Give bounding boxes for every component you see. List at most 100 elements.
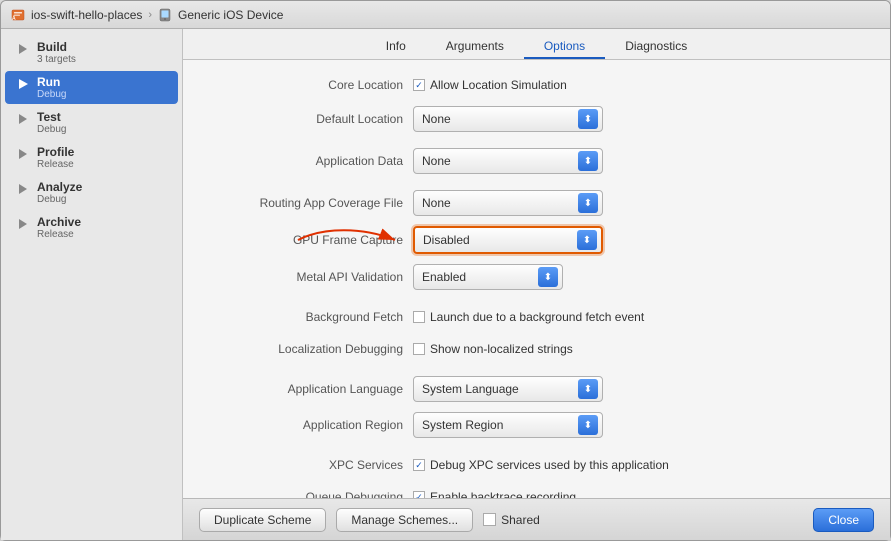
xpc-row: XPC Services ✓ Debug XPC services used b… — [203, 454, 870, 476]
default-location-value: None — [422, 112, 574, 126]
analyze-sub: Debug — [37, 194, 82, 205]
metal-label: Metal API Validation — [203, 270, 413, 284]
gpu-row: GPU Frame Capture Disable — [203, 226, 870, 254]
sidebar-item-build[interactable]: Build 3 targets — [5, 36, 178, 69]
gpu-select[interactable]: Disabled ⬍ — [413, 226, 603, 254]
routing-arrow: ⬍ — [578, 193, 598, 213]
queue-control: ✓ Enable backtrace recording — [413, 490, 576, 498]
background-fetch-row: Background Fetch Launch due to a backgro… — [203, 306, 870, 328]
xpc-text: Debug XPC services used by this applicat… — [430, 458, 669, 472]
title-project: ios-swift-hello-places — [31, 8, 142, 22]
shared-checkbox[interactable] — [483, 513, 496, 526]
gpu-arrow: ⬍ — [577, 230, 597, 250]
app-region-value: System Region — [422, 418, 574, 432]
routing-row: Routing App Coverage File None ⬍ — [203, 190, 870, 216]
tab-info[interactable]: Info — [366, 35, 426, 59]
profile-label: Profile — [37, 145, 74, 159]
profile-sub: Release — [37, 159, 74, 170]
manage-schemes-button[interactable]: Manage Schemes... — [336, 508, 473, 532]
routing-select[interactable]: None ⬍ — [413, 190, 603, 216]
localization-text: Show non-localized strings — [430, 342, 573, 356]
queue-label: Queue Debugging — [203, 490, 413, 498]
build-sub: 3 targets — [37, 54, 76, 65]
background-fetch-control: Launch due to a background fetch event — [413, 310, 644, 324]
xpc-label: XPC Services — [203, 458, 413, 472]
core-location-label: Core Location — [203, 78, 413, 92]
app-data-arrow: ⬍ — [578, 151, 598, 171]
test-label: Test — [37, 110, 66, 124]
run-label: Run — [37, 75, 66, 89]
allow-location-checkbox[interactable]: ✓ — [413, 79, 425, 91]
xpc-checkbox[interactable]: ✓ — [413, 459, 425, 471]
test-sub: Debug — [37, 124, 66, 135]
tab-arguments[interactable]: Arguments — [426, 35, 524, 59]
app-region-row: Application Region System Region ⬍ — [203, 412, 870, 438]
title-device: Generic iOS Device — [178, 8, 283, 22]
app-region-control: System Region ⬍ — [413, 412, 603, 438]
queue-checkbox[interactable]: ✓ — [413, 491, 425, 498]
default-location-control: None ⬍ — [413, 106, 603, 132]
shared-label: Shared — [501, 513, 540, 527]
background-fetch-label: Background Fetch — [203, 310, 413, 324]
localization-checkbox-label[interactable]: Show non-localized strings — [413, 342, 573, 356]
localization-row: Localization Debugging Show non-localize… — [203, 338, 870, 360]
title-bar: A ios-swift-hello-places › Generic iOS D… — [1, 1, 890, 29]
default-location-select[interactable]: None ⬍ — [413, 106, 603, 132]
build-icon — [15, 41, 31, 57]
background-fetch-checkbox-label[interactable]: Launch due to a background fetch event — [413, 310, 644, 324]
tab-diagnostics[interactable]: Diagnostics — [605, 35, 707, 59]
build-label: Build — [37, 40, 76, 54]
settings-area: Core Location ✓ Allow Location Simulatio… — [183, 60, 890, 498]
metal-row: Metal API Validation Enabled ⬍ — [203, 264, 870, 290]
sidebar-item-run[interactable]: Run Debug — [5, 71, 178, 104]
localization-checkbox[interactable] — [413, 343, 425, 355]
default-location-arrow: ⬍ — [578, 109, 598, 129]
sidebar-item-profile[interactable]: Profile Release — [5, 141, 178, 174]
device-icon — [158, 8, 172, 22]
sidebar: Build 3 targets Run Debug — [1, 29, 183, 540]
app-data-label: Application Data — [203, 154, 413, 168]
app-region-arrow: ⬍ — [578, 415, 598, 435]
archive-icon — [15, 216, 31, 232]
queue-checkbox-label[interactable]: ✓ Enable backtrace recording — [413, 490, 576, 498]
app-language-arrow: ⬍ — [578, 379, 598, 399]
sidebar-item-test[interactable]: Test Debug — [5, 106, 178, 139]
title-separator: › — [148, 9, 152, 21]
duplicate-scheme-button[interactable]: Duplicate Scheme — [199, 508, 326, 532]
app-language-select[interactable]: System Language ⬍ — [413, 376, 603, 402]
tab-options[interactable]: Options — [524, 35, 605, 59]
metal-arrow: ⬍ — [538, 267, 558, 287]
metal-value: Enabled — [422, 270, 534, 284]
bottom-bar: Duplicate Scheme Manage Schemes... Share… — [183, 498, 890, 540]
app-data-value: None — [422, 154, 574, 168]
close-button[interactable]: Close — [813, 508, 874, 532]
routing-value: None — [422, 196, 574, 210]
localization-label: Localization Debugging — [203, 342, 413, 356]
archive-sub: Release — [37, 229, 81, 240]
app-data-control: None ⬍ — [413, 148, 603, 174]
localization-control: Show non-localized strings — [413, 342, 573, 356]
xpc-checkbox-label[interactable]: ✓ Debug XPC services used by this applic… — [413, 458, 669, 472]
sidebar-item-analyze[interactable]: Analyze Debug — [5, 176, 178, 209]
metal-select[interactable]: Enabled ⬍ — [413, 264, 563, 290]
queue-text: Enable backtrace recording — [430, 490, 576, 498]
app-language-value: System Language — [422, 382, 574, 396]
metal-control: Enabled ⬍ — [413, 264, 563, 290]
app-language-control: System Language ⬍ — [413, 376, 603, 402]
gpu-control: Disabled ⬍ — [413, 226, 603, 254]
app-data-row: Application Data None ⬍ — [203, 148, 870, 174]
routing-label: Routing App Coverage File — [203, 196, 413, 210]
queue-row: Queue Debugging ✓ Enable backtrace recor… — [203, 486, 870, 498]
app-region-select[interactable]: System Region ⬍ — [413, 412, 603, 438]
test-icon — [15, 111, 31, 127]
allow-location-label[interactable]: ✓ Allow Location Simulation — [413, 78, 567, 92]
main-content: Build 3 targets Run Debug — [1, 29, 890, 540]
sidebar-item-archive[interactable]: Archive Release — [5, 211, 178, 244]
background-fetch-checkbox[interactable] — [413, 311, 425, 323]
right-panel: Info Arguments Options Diagnostics Core … — [183, 29, 890, 540]
default-location-row: Default Location None ⬍ — [203, 106, 870, 132]
app-language-label: Application Language — [203, 382, 413, 396]
routing-control: None ⬍ — [413, 190, 603, 216]
red-arrow-annotation — [293, 225, 403, 255]
app-data-select[interactable]: None ⬍ — [413, 148, 603, 174]
